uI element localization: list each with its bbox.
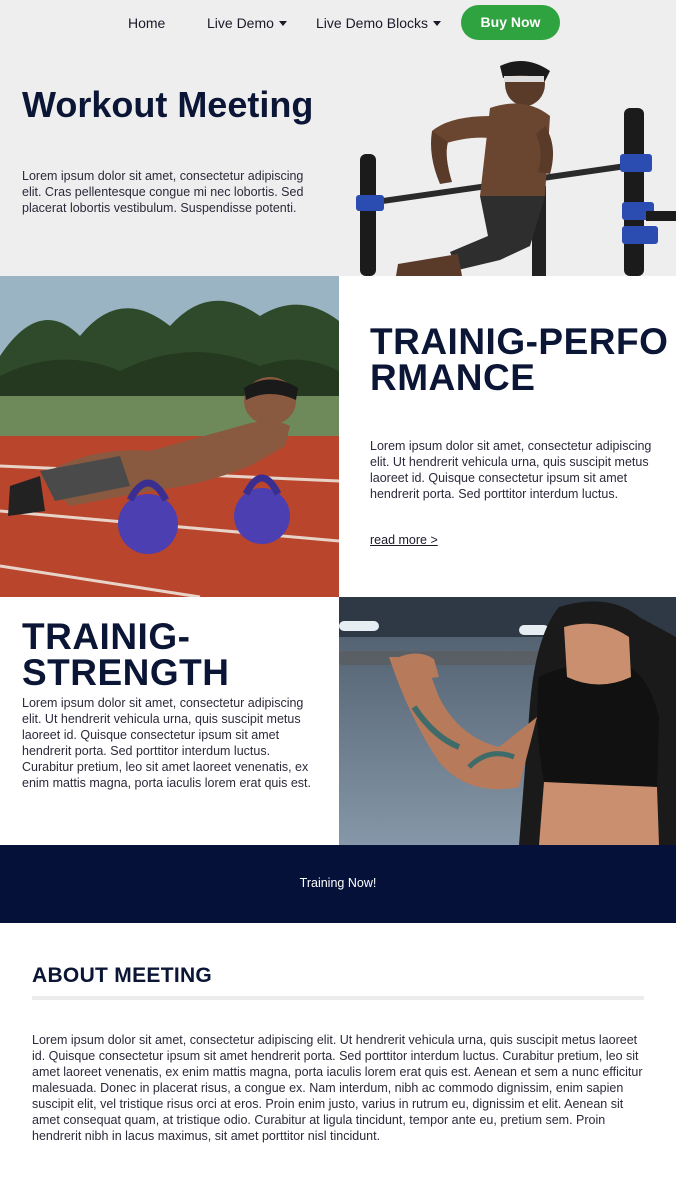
section-divider — [32, 996, 644, 1000]
about-title: ABOUT MEETING — [32, 964, 213, 987]
read-more-link[interactable]: read more > — [370, 533, 438, 547]
caret-down-icon — [278, 21, 287, 26]
cta-banner: Training Now! — [0, 845, 676, 923]
buy-now-button[interactable]: Buy Now — [461, 5, 560, 40]
nav-home-label: Home — [128, 15, 166, 31]
performance-description: Lorem ipsum dolor sit amet, consectetur … — [370, 439, 652, 501]
nav-live-demo[interactable]: Live Demo — [207, 15, 287, 31]
woman-barbell-image — [339, 597, 676, 845]
top-navigation: Home Live Demo Live Demo Blocks Buy Now — [0, 0, 676, 46]
performance-section: TRAINIG-PERFORMANCE Lorem ipsum dolor si… — [339, 276, 676, 597]
strength-title: TRAINIG-STRENGTH — [22, 616, 230, 693]
nav-live-demo-label: Live Demo — [207, 15, 274, 31]
nav-live-demo-blocks-label: Live Demo Blocks — [316, 15, 429, 31]
strength-description: Lorem ipsum dolor sit amet, consectetur … — [22, 696, 312, 790]
strength-section: TRAINIG-STRENGTH Lorem ipsum dolor sit a… — [0, 597, 339, 845]
training-now-link[interactable]: Training Now! — [0, 876, 676, 890]
athlete-pullup-image — [356, 61, 676, 276]
nav-live-demo-blocks[interactable]: Live Demo Blocks — [316, 15, 442, 31]
performance-title: TRAINIG-PERFORMANCE — [370, 321, 669, 398]
hero-section: Workout Meeting Lorem ipsum dolor sit am… — [0, 46, 676, 276]
caret-down-icon — [433, 21, 442, 26]
about-description: Lorem ipsum dolor sit amet, consectetur … — [32, 1033, 643, 1143]
pushup-kettlebell-image — [0, 276, 339, 597]
hero-title: Workout Meeting — [22, 84, 314, 125]
hero-description: Lorem ipsum dolor sit amet, consectetur … — [22, 169, 304, 215]
nav-home[interactable]: Home — [128, 15, 165, 31]
